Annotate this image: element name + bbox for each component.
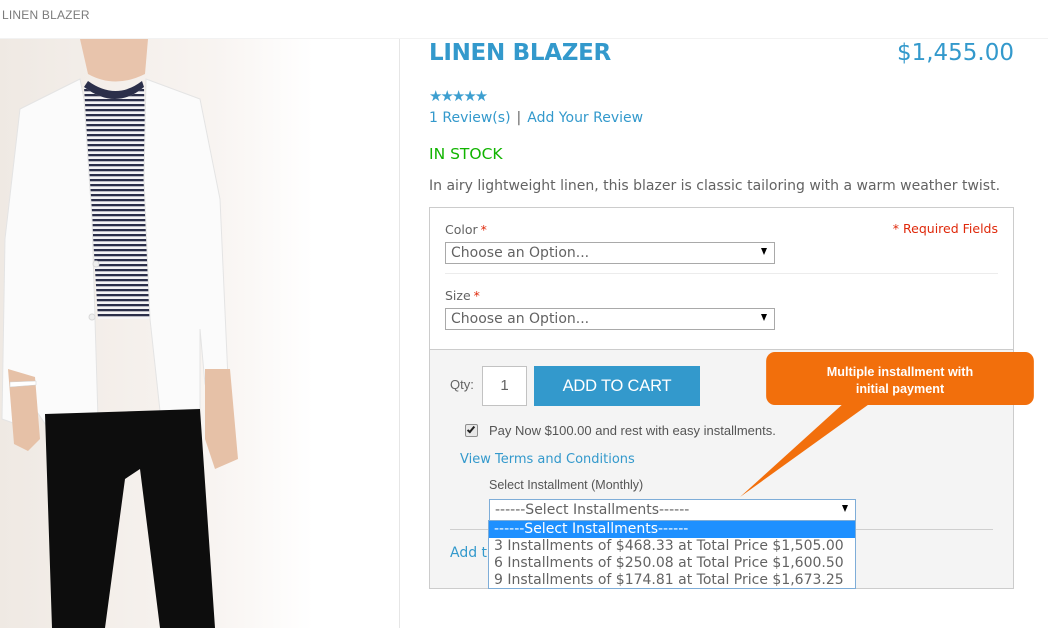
pay-now-checkbox[interactable]	[465, 424, 478, 437]
reviews-count-link[interactable]: 1 Review(s)	[429, 110, 511, 126]
installment-option[interactable]: 3 Installments of $468.33 at Total Price…	[489, 538, 855, 555]
product-price: $1,455.00	[896, 40, 1014, 66]
chevron-down-icon	[761, 314, 767, 321]
installment-option[interactable]: ------Select Installments------	[489, 521, 855, 538]
review-separator: |	[516, 110, 522, 126]
product-image[interactable]	[0, 39, 400, 628]
qty-input[interactable]: 1	[482, 366, 527, 406]
pay-now-label: Pay Now $100.00 and rest with easy insta…	[489, 423, 776, 438]
installment-select[interactable]: ------Select Installments------	[489, 499, 856, 521]
product-description: In airy lightweight linen, this blazer i…	[429, 178, 1001, 194]
options-divider	[445, 273, 998, 274]
installment-option[interactable]: 9 Installments of $174.81 at Total Price…	[489, 572, 855, 589]
chevron-down-icon	[842, 505, 848, 512]
installment-select-value: ------Select Installments------	[495, 502, 690, 518]
size-select-value: Choose an Option...	[451, 311, 590, 327]
callout-line-1: Multiple installment with	[826, 364, 974, 379]
add-to-cart-button[interactable]: ADD TO CART	[534, 366, 700, 406]
size-label-text: Size	[445, 288, 471, 303]
color-select-value: Choose an Option...	[451, 245, 590, 261]
terms-link[interactable]: View Terms and Conditions	[460, 452, 635, 467]
required-marker: *	[473, 288, 480, 303]
installment-option[interactable]: 6 Installments of $250.08 at Total Price…	[489, 555, 855, 572]
product-title: LINEN BLAZER	[429, 40, 611, 66]
size-label: Size *	[445, 288, 480, 303]
color-select[interactable]: Choose an Option...	[445, 242, 775, 264]
installment-dropdown-list: ------Select Installments------ 3 Instal…	[488, 520, 856, 589]
blazer-button	[88, 313, 96, 321]
product-photo	[0, 39, 356, 628]
color-label-text: Color	[445, 222, 478, 237]
breadcrumb: LINEN BLAZER	[2, 8, 90, 22]
callout-line-2: initial payment	[855, 381, 945, 396]
required-fields-note: * Required Fields	[892, 221, 998, 236]
size-select[interactable]: Choose an Option...	[445, 308, 775, 330]
rating-stars-icon: ★★★★★	[429, 87, 488, 105]
review-links: 1 Review(s) | Add Your Review	[429, 110, 643, 126]
qty-label: Qty:	[450, 377, 474, 392]
color-label: Color *	[445, 222, 487, 237]
add-review-link[interactable]: Add Your Review	[527, 110, 643, 126]
model-neck	[80, 39, 148, 82]
checkmark-icon	[466, 424, 476, 434]
stock-status: IN STOCK	[429, 145, 503, 163]
annotation-callout: Multiple installment with initial paymen…	[766, 352, 1034, 405]
product-options: Color * * Required Fields Choose an Optio…	[429, 207, 1014, 349]
required-marker: *	[480, 222, 487, 237]
add-to-wishlist-link[interactable]: Add t	[450, 545, 487, 561]
blazer-button	[92, 260, 100, 268]
installment-label: Select Installment (Monthly)	[489, 478, 644, 492]
chevron-down-icon	[761, 248, 767, 255]
